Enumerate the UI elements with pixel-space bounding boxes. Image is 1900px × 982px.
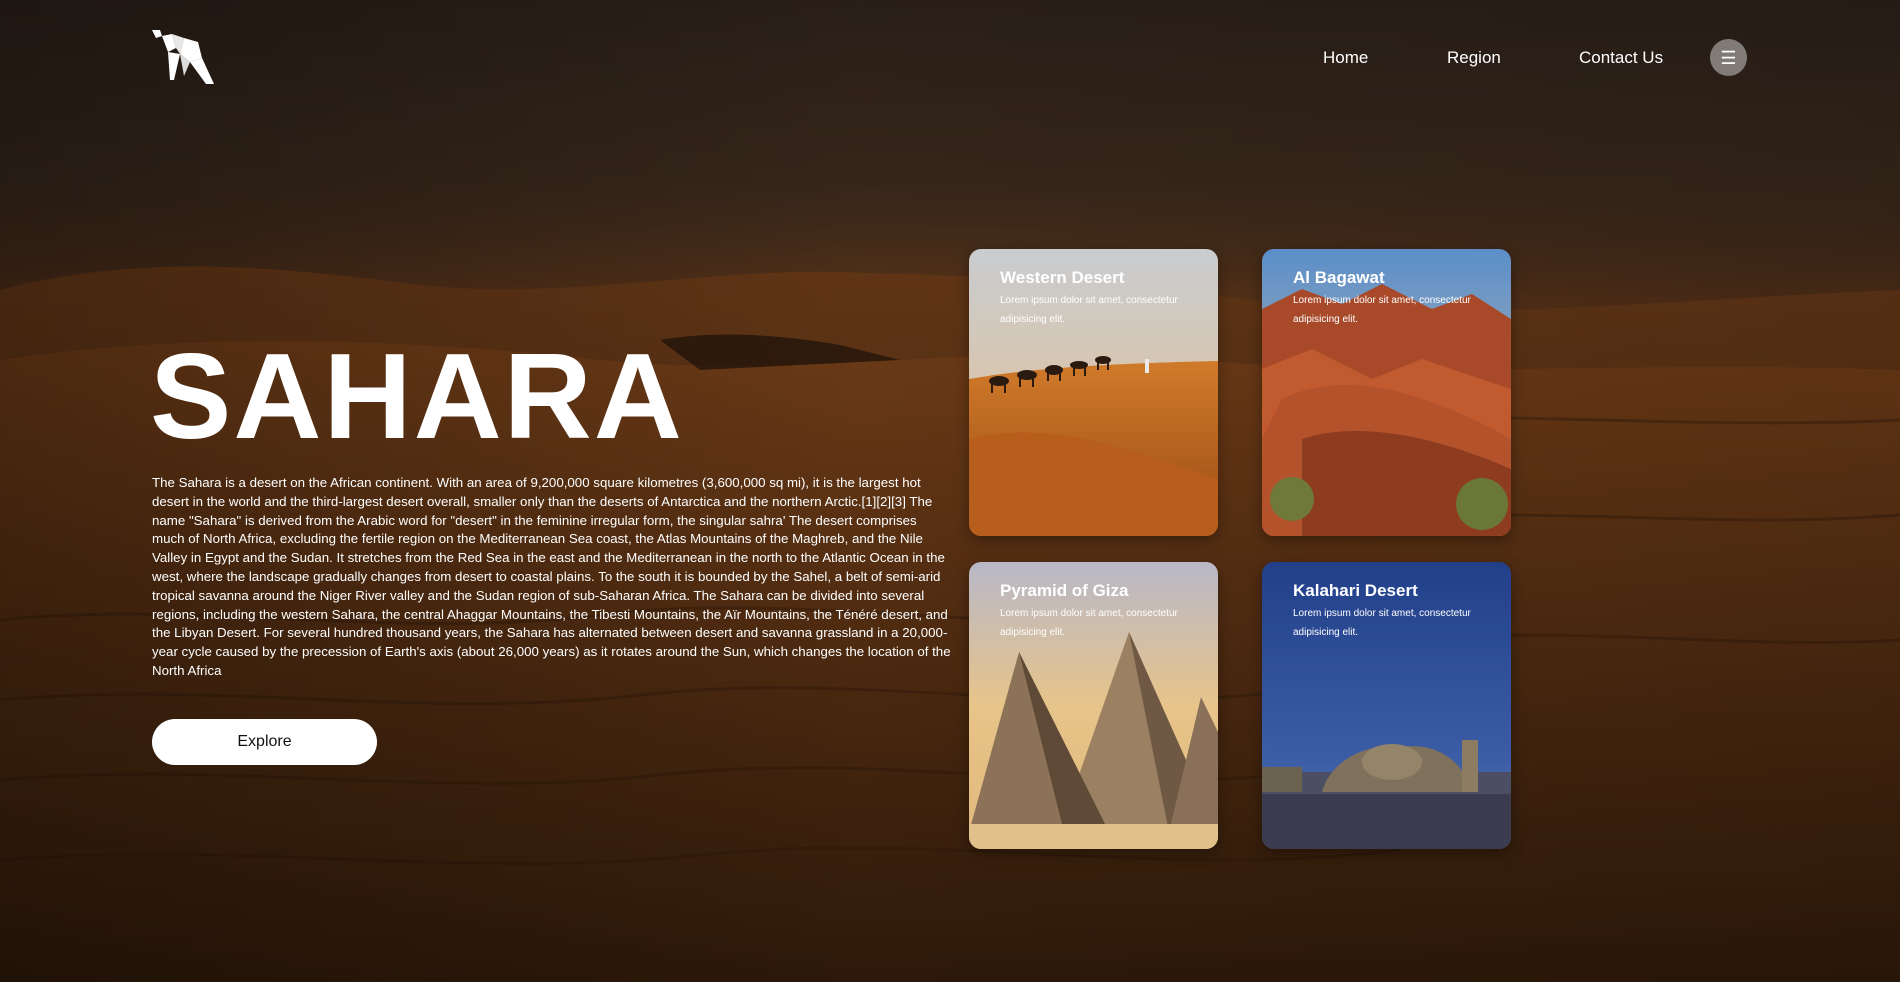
- card-title: Al Bagawat: [1293, 268, 1385, 287]
- nav-region-link[interactable]: Region: [1447, 48, 1501, 68]
- hamburger-icon: ☰: [1720, 47, 1737, 68]
- card-text: Lorem ipsum dolor sit amet, consectetur …: [1000, 295, 1178, 325]
- hamburger-menu-button[interactable]: ☰: [1710, 39, 1747, 76]
- card-text: Lorem ipsum dolor sit amet, consectetur …: [1293, 608, 1471, 638]
- main-nav: Home Region Contact Us: [0, 48, 1900, 68]
- card-title: Pyramid of Giza: [1000, 581, 1129, 600]
- hero-title: SAHARA: [150, 328, 684, 464]
- nav-home-link[interactable]: Home: [1323, 48, 1368, 68]
- hero-description: The Sahara is a desert on the African co…: [152, 475, 951, 678]
- page: Home Region Contact Us ☰ SAHARA The Saha…: [0, 0, 1900, 982]
- card-kalahari-desert[interactable]: Kalahari Desert Lorem ipsum dolor sit am…: [1262, 562, 1511, 849]
- card-text: Lorem ipsum dolor sit amet, consectetur …: [1293, 295, 1471, 325]
- card-title: Western Desert: [1000, 268, 1125, 287]
- nav-contact-us-link[interactable]: Contact Us: [1579, 48, 1663, 68]
- card-text: Lorem ipsum dolor sit amet, consectetur …: [1000, 608, 1178, 638]
- explore-button[interactable]: Explore: [152, 719, 377, 765]
- card-western-desert[interactable]: Western Desert Lorem ipsum dolor sit ame…: [969, 249, 1218, 536]
- card-title: Kalahari Desert: [1293, 581, 1418, 600]
- card-pyramid-of-giza[interactable]: Pyramid of Giza Lorem ipsum dolor sit am…: [969, 562, 1218, 849]
- card-al-bagawat[interactable]: Al Bagawat Lorem ipsum dolor sit amet, c…: [1262, 249, 1511, 536]
